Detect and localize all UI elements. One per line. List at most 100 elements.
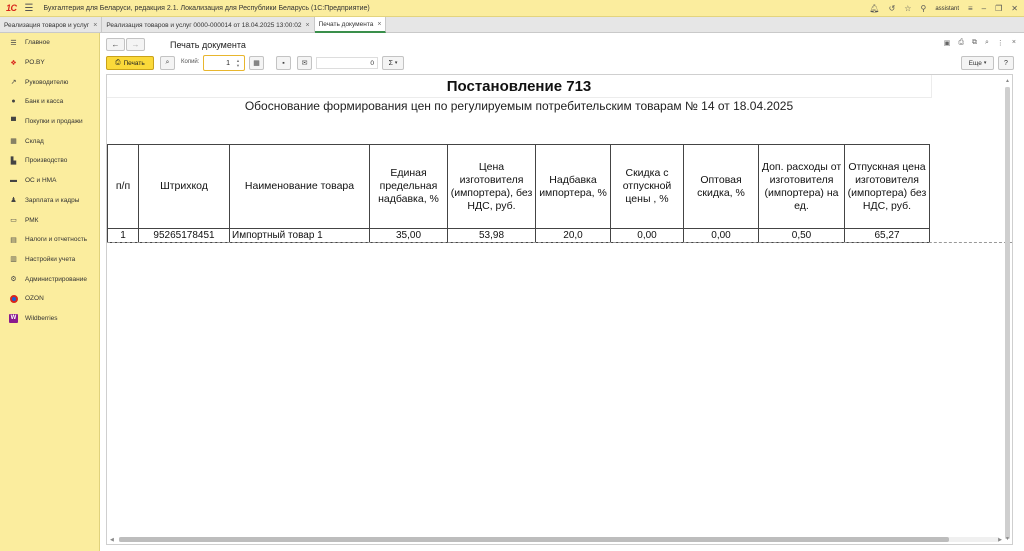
spreadsheet-document[interactable]: Постановление 713 Обоснование формирован…: [106, 74, 1013, 545]
copies-field[interactable]: 1 ▲ ▼: [203, 55, 245, 71]
table-cell[interactable]: 0,50: [758, 228, 845, 243]
close-icon[interactable]: ×: [1012, 39, 1016, 47]
register-icon: ▭: [10, 217, 17, 225]
forward-button[interactable]: →: [126, 38, 145, 51]
sidebar-item-label: РМК: [25, 216, 39, 224]
column-header: п/п: [107, 144, 139, 229]
page-title: Печать документа: [170, 40, 246, 50]
vertical-scrollbar[interactable]: [1005, 87, 1010, 539]
gear-icon: ⚙: [10, 276, 17, 284]
sidebar-item-wildberries[interactable]: W Wildberries: [0, 309, 99, 329]
horizontal-scroll-thumb[interactable]: [119, 537, 949, 542]
tab-sales-list[interactable]: Реализация товаров и услуг ×: [0, 17, 103, 33]
sidebar-item-production[interactable]: ▙ Производство: [0, 151, 99, 171]
table-cell[interactable]: Импортный товар 1: [229, 228, 370, 243]
close-window-icon[interactable]: ✕: [1011, 4, 1018, 13]
sidebar-item-main[interactable]: ☰ Главное: [0, 33, 99, 53]
vertical-scroll-thumb[interactable]: [1005, 87, 1010, 539]
sidebar-item-taxes[interactable]: ▤ Налоги и отчетность: [0, 230, 99, 250]
current-user[interactable]: assistant: [935, 6, 959, 12]
ro-by-icon: ❖: [10, 59, 17, 67]
table-cell[interactable]: 1: [107, 228, 139, 243]
app-logo: 1С: [6, 3, 17, 13]
header-actions: ▣ ⎙ ⧉ ⌕ ⋮ ×: [944, 39, 1016, 47]
scroll-up-icon[interactable]: ▲: [1005, 78, 1010, 84]
sidebar-item-fixed-assets[interactable]: ▬ ОС и НМА: [0, 171, 99, 191]
table-cell[interactable]: 0,00: [683, 228, 759, 243]
preview-button[interactable]: ⌕: [160, 56, 175, 70]
restore-icon[interactable]: ❐: [995, 4, 1002, 13]
sidebar-item-label: Wildberries: [25, 314, 58, 322]
open-link-icon[interactable]: ⧉: [972, 39, 977, 47]
column-header: Оптовая скидка, %: [683, 144, 759, 229]
close-tab-icon[interactable]: ×: [377, 21, 381, 28]
close-tab-icon[interactable]: ×: [93, 22, 97, 29]
send-email-button[interactable]: ✉: [297, 56, 312, 70]
scroll-left-icon[interactable]: ◀: [110, 537, 114, 543]
sum-field[interactable]: 0: [316, 57, 378, 69]
notifications-bell-icon[interactable]: 🔔︎: [869, 4, 879, 13]
sidebar-item-label: ОС и НМА: [25, 177, 57, 185]
column-header: Отпускная цена изготовителя (импортера) …: [844, 144, 930, 229]
sidebar-item-label: Руководителю: [25, 78, 69, 86]
favorites-star-icon[interactable]: ☆: [904, 4, 911, 13]
table-row: 1 95265178451 Импортный товар 1 35,00 53…: [107, 228, 930, 243]
help-button[interactable]: ?: [998, 56, 1014, 70]
save-layout-icon[interactable]: ▣: [944, 39, 951, 47]
sidebar-item-purchases-sales[interactable]: ▀ Покупки и продажи: [0, 112, 99, 132]
sidebar-item-salary[interactable]: ♟ Зарплата и кадры: [0, 191, 99, 211]
sidebar-item-accounting-settings[interactable]: ▥ Настройки учета: [0, 250, 99, 270]
table-cell[interactable]: 65,27: [844, 228, 930, 243]
horizontal-scrollbar[interactable]: [119, 537, 999, 542]
main-menu-icon[interactable]: ☰: [25, 3, 34, 14]
sidebar-item-warehouse[interactable]: ▦ Склад: [0, 131, 99, 151]
sidebar-item-label: OZON: [25, 295, 44, 303]
table-cell[interactable]: 95265178451: [138, 228, 230, 243]
sidebar-item-label: Склад: [25, 137, 44, 145]
minimize-icon[interactable]: –: [982, 4, 986, 13]
scroll-right-icon[interactable]: ▶: [998, 537, 1002, 543]
sum-mode-button[interactable]: Σ ▾: [382, 56, 404, 70]
sidebar-item-rmk[interactable]: ▭ РМК: [0, 210, 99, 230]
printer-settings-button[interactable]: ▦: [249, 56, 264, 70]
table-cell[interactable]: 35,00: [369, 228, 448, 243]
sidebar-item-ro-by[interactable]: ❖ РО.BY: [0, 53, 99, 73]
tab-sales-document[interactable]: Реализация товаров и услуг 0000-000014 о…: [102, 17, 315, 33]
copies-value: 1: [226, 59, 230, 67]
settings-menu-icon[interactable]: ≡: [968, 4, 973, 13]
printer-icon[interactable]: ⎙: [958, 39, 964, 47]
settings-doc-icon: ▥: [10, 256, 17, 264]
sidebar-item-manager[interactable]: ↗ Руководителю: [0, 72, 99, 92]
envelope-icon: ✉: [301, 60, 308, 67]
more-button[interactable]: Еще ▾: [961, 56, 994, 70]
tab-print-document[interactable]: Печать документа ×: [314, 17, 387, 33]
table-cell[interactable]: 20,0: [535, 228, 611, 243]
sidebar-item-ozon[interactable]: OZON: [0, 289, 99, 309]
back-button[interactable]: ←: [106, 38, 125, 51]
scroll-down-icon[interactable]: ▼: [1005, 536, 1010, 542]
table-cell[interactable]: 0,00: [610, 228, 684, 243]
search-icon[interactable]: ⚲: [920, 4, 926, 13]
zoom-icon[interactable]: ⌕: [985, 39, 989, 47]
save-button[interactable]: ▪: [276, 56, 291, 70]
copies-stepper-icon[interactable]: ▲ ▼: [234, 58, 242, 68]
truck-icon: ▬: [10, 177, 17, 185]
magnifier-icon: ⌕: [165, 59, 170, 66]
history-icon[interactable]: ↺: [889, 4, 896, 13]
menu-icon: ☰: [10, 39, 17, 47]
print-button-label: Печать: [123, 59, 145, 67]
close-tab-icon[interactable]: ×: [305, 22, 309, 29]
print-button[interactable]: ⎙ Печать: [106, 56, 154, 70]
open-windows-tabs: Реализация товаров и услуг × Реализация …: [0, 17, 1024, 33]
sidebar-item-bank[interactable]: ● Банк и касса: [0, 92, 99, 112]
sidebar-item-administration[interactable]: ⚙ Администрирование: [0, 269, 99, 289]
sidebar-item-label: Главное: [25, 39, 50, 47]
title-divider: [107, 97, 932, 98]
more-vertical-icon[interactable]: ⋮: [997, 39, 1004, 47]
table-cell[interactable]: 53,98: [447, 228, 536, 243]
sidebar-item-label: Банк и касса: [25, 98, 64, 106]
tab-label: Печать документа: [318, 20, 374, 28]
arrow-left-icon: ←: [111, 40, 120, 49]
sidebar-item-label: РО.BY: [25, 59, 45, 67]
title-bar: 1С ☰ Бухгалтерия для Беларуси, редакция …: [0, 0, 1024, 17]
